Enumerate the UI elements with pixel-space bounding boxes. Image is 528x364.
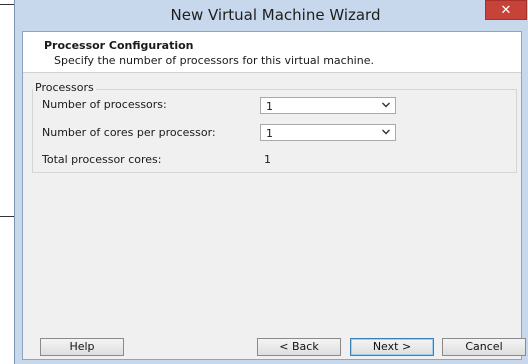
page-header: Processor Configuration Specify the numb… (23, 32, 521, 73)
page-title: Processor Configuration (44, 39, 194, 52)
num-processors-value: 1 (266, 100, 273, 113)
title-bar[interactable]: New Virtual Machine Wizard ✕ (15, 0, 528, 31)
back-button[interactable]: < Back (257, 338, 341, 356)
close-icon: ✕ (500, 3, 512, 18)
cores-per-processor-select[interactable]: 1 (260, 124, 396, 141)
num-processors-label: Number of processors: (42, 98, 167, 111)
window-title: New Virtual Machine Wizard (170, 6, 381, 24)
chevron-down-icon (382, 102, 390, 108)
cores-per-processor-label: Number of cores per processor: (42, 126, 216, 139)
wizard-client-area: Processor Configuration Specify the numb… (22, 31, 526, 360)
page-subtitle: Specify the number of processors for thi… (54, 54, 374, 67)
cores-per-processor-value: 1 (266, 127, 273, 140)
total-cores-label: Total processor cores: (42, 153, 162, 166)
total-cores-value: 1 (264, 153, 271, 166)
num-processors-select[interactable]: 1 (260, 97, 396, 114)
wizard-window: New Virtual Machine Wizard ✕ Processor C… (14, 0, 528, 364)
background-window-edge (0, 4, 14, 5)
background-window-edge (0, 216, 14, 217)
help-button[interactable]: Help (40, 338, 124, 356)
next-button[interactable]: Next > (350, 338, 434, 356)
cancel-button[interactable]: Cancel (442, 338, 526, 356)
processors-group-label: Processors (33, 81, 96, 94)
chevron-down-icon (382, 129, 390, 135)
close-button[interactable]: ✕ (485, 0, 527, 20)
